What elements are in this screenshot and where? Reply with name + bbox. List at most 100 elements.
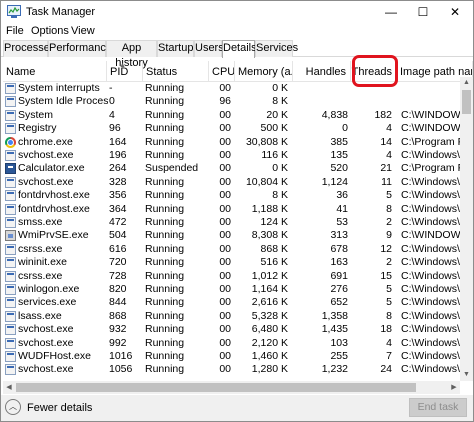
- task-manager-icon: [7, 5, 21, 18]
- column-memory[interactable]: Memory (a...: [235, 61, 293, 82]
- table-row[interactable]: fontdrvhost.exe 364 Running 00 1,188 K 41 8 C:\…: [3, 203, 461, 216]
- table-row[interactable]: WUDFHost.exe 1016 Running 00 1,460 K 255 7 C:\W…: [3, 350, 461, 363]
- status-cell: Running: [145, 95, 185, 108]
- menu-view[interactable]: View: [71, 25, 95, 37]
- table-row[interactable]: Calculator.exe 264 Suspended 00 0 K 520 21 C:\P…: [3, 162, 461, 175]
- pid-cell: -: [109, 82, 113, 94]
- end-task-button[interactable]: End task: [409, 398, 467, 417]
- table-row[interactable]: services.exe 844 Running 00 2,616 K 652 5 C:\Wi…: [3, 296, 461, 309]
- status-cell: Running: [145, 350, 185, 362]
- process-name-cell: lsass.exe: [18, 309, 62, 322]
- image-path-cell: C:\Windows\Sys: [401, 189, 461, 202]
- column-name[interactable]: Name: [3, 61, 107, 82]
- table-row[interactable]: smss.exe 472 Running 00 124 K 53 2 C:\Windows\S…: [3, 216, 461, 229]
- process-table: Name PID ▲ Status CPU Memory (a... Handl…: [3, 61, 473, 379]
- table-row[interactable]: fontdrvhost.exe 356 Running 00 8 K 36 5 C:\Wind…: [3, 189, 461, 202]
- image-path-cell: C:\WINDOWS\sy: [401, 108, 461, 121]
- process-name-cell: svchost.exe: [18, 336, 74, 349]
- table-row[interactable]: csrss.exe 616 Running 00 868 K 678 12 C:\Window…: [3, 243, 461, 256]
- image-path-cell: C:\Windows\Sys: [401, 350, 461, 362]
- tab-users[interactable]: Users: [194, 40, 224, 57]
- cpu-cell: 00: [219, 336, 231, 349]
- table-row[interactable]: svchost.exe 992 Running 00 2,120 K 103 4 C:\Win…: [3, 337, 461, 350]
- menu-options[interactable]: Options: [31, 25, 69, 37]
- threads-cell: 4: [386, 149, 392, 161]
- pid-cell: 4: [109, 108, 115, 121]
- threads-cell: 24: [380, 363, 392, 376]
- image-path-cell: C:\Windows\Sys: [401, 149, 461, 161]
- tab-services[interactable]: Services: [255, 40, 298, 57]
- threads-cell: 9: [386, 229, 392, 242]
- status-cell: Running: [145, 108, 185, 121]
- tab-details[interactable]: Details: [222, 40, 257, 58]
- table-row[interactable]: wininit.exe 720 Running 00 516 K 163 2 C:\Windo…: [3, 256, 461, 269]
- scroll-right-icon[interactable]: ▶: [448, 381, 460, 394]
- window-icon: [5, 364, 16, 376]
- window-icon: [5, 217, 16, 228]
- table-row[interactable]: Registry 96 Running 00 500 K 0 4 C:\WINDOWS\sy: [3, 122, 461, 135]
- column-handles[interactable]: Handles: [293, 61, 351, 82]
- close-button[interactable]: ✕: [439, 1, 471, 23]
- table-row[interactable]: svchost.exe 932 Running 00 6,480 K 1,435 18 C:\…: [3, 323, 461, 336]
- vertical-scrollbar[interactable]: ▲ ▼: [460, 77, 473, 381]
- pid-cell: 164: [109, 135, 127, 148]
- table-row[interactable]: System Idle Process 0 Running 96 8 K: [3, 95, 461, 108]
- process-name-cell: fontdrvhost.exe: [18, 202, 90, 215]
- cpu-cell: 00: [219, 229, 231, 242]
- handles-cell: 255: [330, 350, 348, 362]
- image-path-cell: C:\Program File: [401, 162, 461, 175]
- image-path-cell: [401, 95, 461, 108]
- table-row[interactable]: csrss.exe 728 Running 00 1,012 K 691 15 C:\Wind…: [3, 270, 461, 283]
- threads-cell: 21: [380, 162, 392, 175]
- table-row[interactable]: winlogon.exe 820 Running 00 1,164 K 276 5 C:\Wi…: [3, 283, 461, 296]
- vertical-scroll-thumb[interactable]: [462, 90, 471, 114]
- fewer-details-button[interactable]: ︿ Fewer details: [5, 399, 95, 417]
- tab-processes[interactable]: Processes: [3, 40, 55, 57]
- memory-cell: 116 K: [261, 149, 288, 161]
- threads-cell: 2: [386, 216, 392, 228]
- status-cell: Running: [145, 256, 185, 269]
- tab-startup[interactable]: Startup: [157, 40, 194, 57]
- table-row[interactable]: svchost.exe 196 Running 00 116 K 135 4 C:\Windo…: [3, 149, 461, 162]
- tab-performance[interactable]: Performance: [48, 40, 112, 57]
- title-bar[interactable]: Task Manager — ☐ ✕: [1, 1, 473, 23]
- pid-cell: 820: [109, 283, 127, 295]
- cpu-cell: 00: [219, 135, 231, 148]
- menu-file[interactable]: File: [6, 25, 24, 37]
- pid-cell: 720: [109, 256, 127, 269]
- table-row[interactable]: chrome.exe 164 Running 00 30,808 K 385 14 C:\Pr…: [3, 136, 461, 149]
- status-cell: Running: [145, 189, 185, 202]
- pid-cell: 1016: [109, 350, 133, 362]
- scroll-down-icon[interactable]: ▼: [460, 369, 473, 381]
- process-name-cell: svchost.exe: [18, 323, 74, 336]
- maximize-button[interactable]: ☐: [407, 1, 439, 23]
- horizontal-scroll-thumb[interactable]: [16, 383, 416, 392]
- minimize-button[interactable]: —: [375, 1, 407, 23]
- window-icon: [5, 324, 16, 336]
- column-cpu[interactable]: CPU: [209, 61, 235, 82]
- table-row[interactable]: svchost.exe 1056 Running 00 1,280 K 1,232 24 C:…: [3, 363, 461, 376]
- column-status[interactable]: Status: [143, 61, 209, 82]
- pid-cell: 728: [109, 269, 127, 282]
- table-row[interactable]: System 4 Running 00 20 K 4,838 182 C:\WINDOWS\s…: [3, 109, 461, 122]
- chevron-up-icon: ︿: [5, 399, 21, 415]
- fewer-details-label: Fewer details: [27, 402, 93, 414]
- memory-cell: 1,012 K: [251, 269, 288, 282]
- table-row[interactable]: lsass.exe 868 Running 00 5,328 K 1,358 8 C:\Win…: [3, 310, 461, 323]
- pid-cell: 616: [109, 242, 127, 255]
- pid-cell: 932: [109, 323, 127, 336]
- handles-cell: 163: [330, 256, 348, 269]
- table-row[interactable]: WmiPrvSE.exe 504 Running 00 8,308 K 313 9 C:\WI…: [3, 229, 461, 242]
- sort-up-icon: ▲: [119, 62, 126, 69]
- scroll-left-icon[interactable]: ◀: [3, 381, 15, 394]
- process-name-cell: Calculator.exe: [18, 162, 85, 175]
- window-icon: [5, 257, 16, 269]
- handles-cell: 313: [330, 229, 348, 242]
- image-path-cell: C:\Windows\Sys: [401, 256, 461, 269]
- memory-cell: 2,120 K: [251, 336, 288, 349]
- horizontal-scrollbar[interactable]: ◀ ▶: [3, 381, 460, 394]
- table-row[interactable]: svchost.exe 328 Running 00 10,804 K 1,124 11 C:…: [3, 176, 461, 189]
- scroll-up-icon[interactable]: ▲: [460, 77, 473, 89]
- tab-app-history[interactable]: App history: [106, 40, 157, 69]
- threads-cell: 18: [380, 323, 392, 336]
